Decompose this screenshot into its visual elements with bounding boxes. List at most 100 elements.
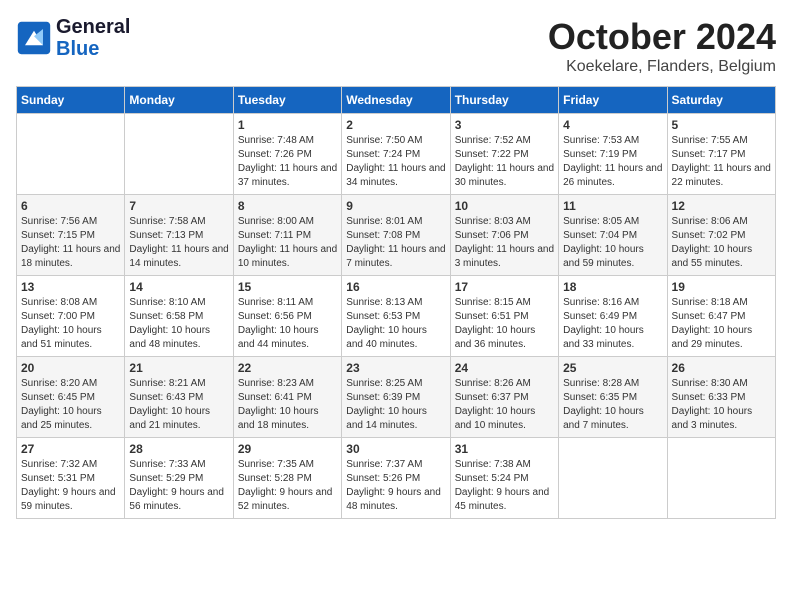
calendar-cell: 31 Sunrise: 7:38 AMSunset: 5:24 PMDayligh…	[450, 438, 558, 519]
day-number: 14	[129, 280, 228, 294]
day-info: Sunrise: 8:21 AMSunset: 6:43 PMDaylight:…	[129, 377, 228, 433]
calendar-cell: 5 Sunrise: 7:55 AMSunset: 7:17 PMDaylight…	[667, 114, 775, 195]
calendar-cell	[125, 114, 233, 195]
day-info: Sunrise: 7:56 AMSunset: 7:15 PMDaylight:…	[21, 215, 120, 271]
day-number: 22	[238, 361, 337, 375]
calendar-cell	[17, 114, 125, 195]
day-info: Sunrise: 7:52 AMSunset: 7:22 PMDaylight:…	[455, 134, 554, 190]
day-info: Sunrise: 7:35 AMSunset: 5:28 PMDaylight:…	[238, 458, 337, 514]
day-header-thursday: Thursday	[450, 87, 558, 114]
day-info: Sunrise: 8:03 AMSunset: 7:06 PMDaylight:…	[455, 215, 554, 271]
day-info: Sunrise: 8:18 AMSunset: 6:47 PMDaylight:…	[672, 296, 771, 352]
logo-text: General Blue	[56, 16, 130, 60]
day-number: 2	[346, 118, 445, 132]
day-number: 24	[455, 361, 554, 375]
day-number: 25	[563, 361, 662, 375]
calendar-cell: 28 Sunrise: 7:33 AMSunset: 5:29 PMDayligh…	[125, 438, 233, 519]
day-number: 30	[346, 442, 445, 456]
day-number: 27	[21, 442, 120, 456]
calendar-cell: 15 Sunrise: 8:11 AMSunset: 6:56 PMDayligh…	[233, 276, 341, 357]
day-info: Sunrise: 7:38 AMSunset: 5:24 PMDaylight:…	[455, 458, 554, 514]
logo-icon	[16, 20, 52, 56]
calendar-cell	[559, 438, 667, 519]
day-info: Sunrise: 7:32 AMSunset: 5:31 PMDaylight:…	[21, 458, 120, 514]
day-info: Sunrise: 8:00 AMSunset: 7:11 PMDaylight:…	[238, 215, 337, 271]
day-info: Sunrise: 8:06 AMSunset: 7:02 PMDaylight:…	[672, 215, 771, 271]
day-number: 4	[563, 118, 662, 132]
day-info: Sunrise: 8:08 AMSunset: 7:00 PMDaylight:…	[21, 296, 120, 352]
day-number: 10	[455, 199, 554, 213]
day-number: 23	[346, 361, 445, 375]
day-number: 5	[672, 118, 771, 132]
day-info: Sunrise: 8:30 AMSunset: 6:33 PMDaylight:…	[672, 377, 771, 433]
calendar-cell: 2 Sunrise: 7:50 AMSunset: 7:24 PMDaylight…	[342, 114, 450, 195]
calendar-week-2: 6 Sunrise: 7:56 AMSunset: 7:15 PMDaylight…	[17, 195, 776, 276]
day-number: 1	[238, 118, 337, 132]
day-info: Sunrise: 8:11 AMSunset: 6:56 PMDaylight:…	[238, 296, 337, 352]
calendar-cell: 8 Sunrise: 8:00 AMSunset: 7:11 PMDaylight…	[233, 195, 341, 276]
calendar-cell: 13 Sunrise: 8:08 AMSunset: 7:00 PMDayligh…	[17, 276, 125, 357]
day-number: 19	[672, 280, 771, 294]
day-info: Sunrise: 8:28 AMSunset: 6:35 PMDaylight:…	[563, 377, 662, 433]
day-info: Sunrise: 7:53 AMSunset: 7:19 PMDaylight:…	[563, 134, 662, 190]
calendar-cell: 14 Sunrise: 8:10 AMSunset: 6:58 PMDayligh…	[125, 276, 233, 357]
calendar-cell: 10 Sunrise: 8:03 AMSunset: 7:06 PMDayligh…	[450, 195, 558, 276]
calendar-cell: 12 Sunrise: 8:06 AMSunset: 7:02 PMDayligh…	[667, 195, 775, 276]
day-info: Sunrise: 7:48 AMSunset: 7:26 PMDaylight:…	[238, 134, 337, 190]
calendar-cell: 25 Sunrise: 8:28 AMSunset: 6:35 PMDayligh…	[559, 357, 667, 438]
calendar-week-3: 13 Sunrise: 8:08 AMSunset: 7:00 PMDayligh…	[17, 276, 776, 357]
day-header-friday: Friday	[559, 87, 667, 114]
day-number: 12	[672, 199, 771, 213]
calendar-cell: 30Sunrise: 7:37 AMSunset: 5:26 PMDayligh…	[342, 438, 450, 519]
day-info: Sunrise: 7:33 AMSunset: 5:29 PMDaylight:…	[129, 458, 228, 514]
day-number: 16	[346, 280, 445, 294]
month-title: October 2024	[548, 16, 776, 58]
day-number: 9	[346, 199, 445, 213]
day-number: 15	[238, 280, 337, 294]
day-info: Sunrise: 8:15 AMSunset: 6:51 PMDaylight:…	[455, 296, 554, 352]
calendar-cell: 18Sunrise: 8:16 AMSunset: 6:49 PMDayligh…	[559, 276, 667, 357]
day-number: 21	[129, 361, 228, 375]
day-header-wednesday: Wednesday	[342, 87, 450, 114]
calendar-cell: 24 Sunrise: 8:26 AMSunset: 6:37 PMDayligh…	[450, 357, 558, 438]
day-number: 6	[21, 199, 120, 213]
logo: General Blue	[16, 16, 130, 60]
day-header-tuesday: Tuesday	[233, 87, 341, 114]
calendar-cell: 26 Sunrise: 8:30 AMSunset: 6:33 PMDayligh…	[667, 357, 775, 438]
day-info: Sunrise: 8:20 AMSunset: 6:45 PMDaylight:…	[21, 377, 120, 433]
day-info: Sunrise: 8:05 AMSunset: 7:04 PMDaylight:…	[563, 215, 662, 271]
day-number: 20	[21, 361, 120, 375]
day-info: Sunrise: 7:50 AMSunset: 7:24 PMDaylight:…	[346, 134, 445, 190]
day-info: Sunrise: 8:13 AMSunset: 6:53 PMDaylight:…	[346, 296, 445, 352]
location-title: Koekelare, Flanders, Belgium	[548, 58, 776, 76]
calendar-week-1: 1 Sunrise: 7:48 AMSunset: 7:26 PMDaylight…	[17, 114, 776, 195]
day-number: 11	[563, 199, 662, 213]
calendar-week-5: 27 Sunrise: 7:32 AMSunset: 5:31 PMDayligh…	[17, 438, 776, 519]
day-number: 28	[129, 442, 228, 456]
day-number: 26	[672, 361, 771, 375]
day-number: 7	[129, 199, 228, 213]
day-info: Sunrise: 7:55 AMSunset: 7:17 PMDaylight:…	[672, 134, 771, 190]
calendar-cell: 17 Sunrise: 8:15 AMSunset: 6:51 PMDayligh…	[450, 276, 558, 357]
day-info: Sunrise: 8:25 AMSunset: 6:39 PMDaylight:…	[346, 377, 445, 433]
header: General Blue October 2024 Koekelare, Fla…	[16, 16, 776, 76]
title-area: October 2024 Koekelare, Flanders, Belgiu…	[548, 16, 776, 76]
calendar-cell	[667, 438, 775, 519]
calendar-week-4: 20 Sunrise: 8:20 AMSunset: 6:45 PMDayligh…	[17, 357, 776, 438]
day-info: Sunrise: 8:26 AMSunset: 6:37 PMDaylight:…	[455, 377, 554, 433]
calendar-table: SundayMondayTuesdayWednesdayThursdayFrid…	[16, 86, 776, 519]
day-number: 8	[238, 199, 337, 213]
calendar-cell: 6 Sunrise: 7:56 AMSunset: 7:15 PMDaylight…	[17, 195, 125, 276]
day-number: 17	[455, 280, 554, 294]
calendar-cell: 21 Sunrise: 8:21 AMSunset: 6:43 PMDayligh…	[125, 357, 233, 438]
day-header-monday: Monday	[125, 87, 233, 114]
day-header-saturday: Saturday	[667, 87, 775, 114]
calendar-cell: 1 Sunrise: 7:48 AMSunset: 7:26 PMDaylight…	[233, 114, 341, 195]
day-header-sunday: Sunday	[17, 87, 125, 114]
day-number: 13	[21, 280, 120, 294]
day-info: Sunrise: 8:23 AMSunset: 6:41 PMDaylight:…	[238, 377, 337, 433]
day-info: Sunrise: 8:10 AMSunset: 6:58 PMDaylight:…	[129, 296, 228, 352]
calendar-cell: 27 Sunrise: 7:32 AMSunset: 5:31 PMDayligh…	[17, 438, 125, 519]
day-number: 31	[455, 442, 554, 456]
calendar-cell: 29Sunrise: 7:35 AMSunset: 5:28 PMDayligh…	[233, 438, 341, 519]
